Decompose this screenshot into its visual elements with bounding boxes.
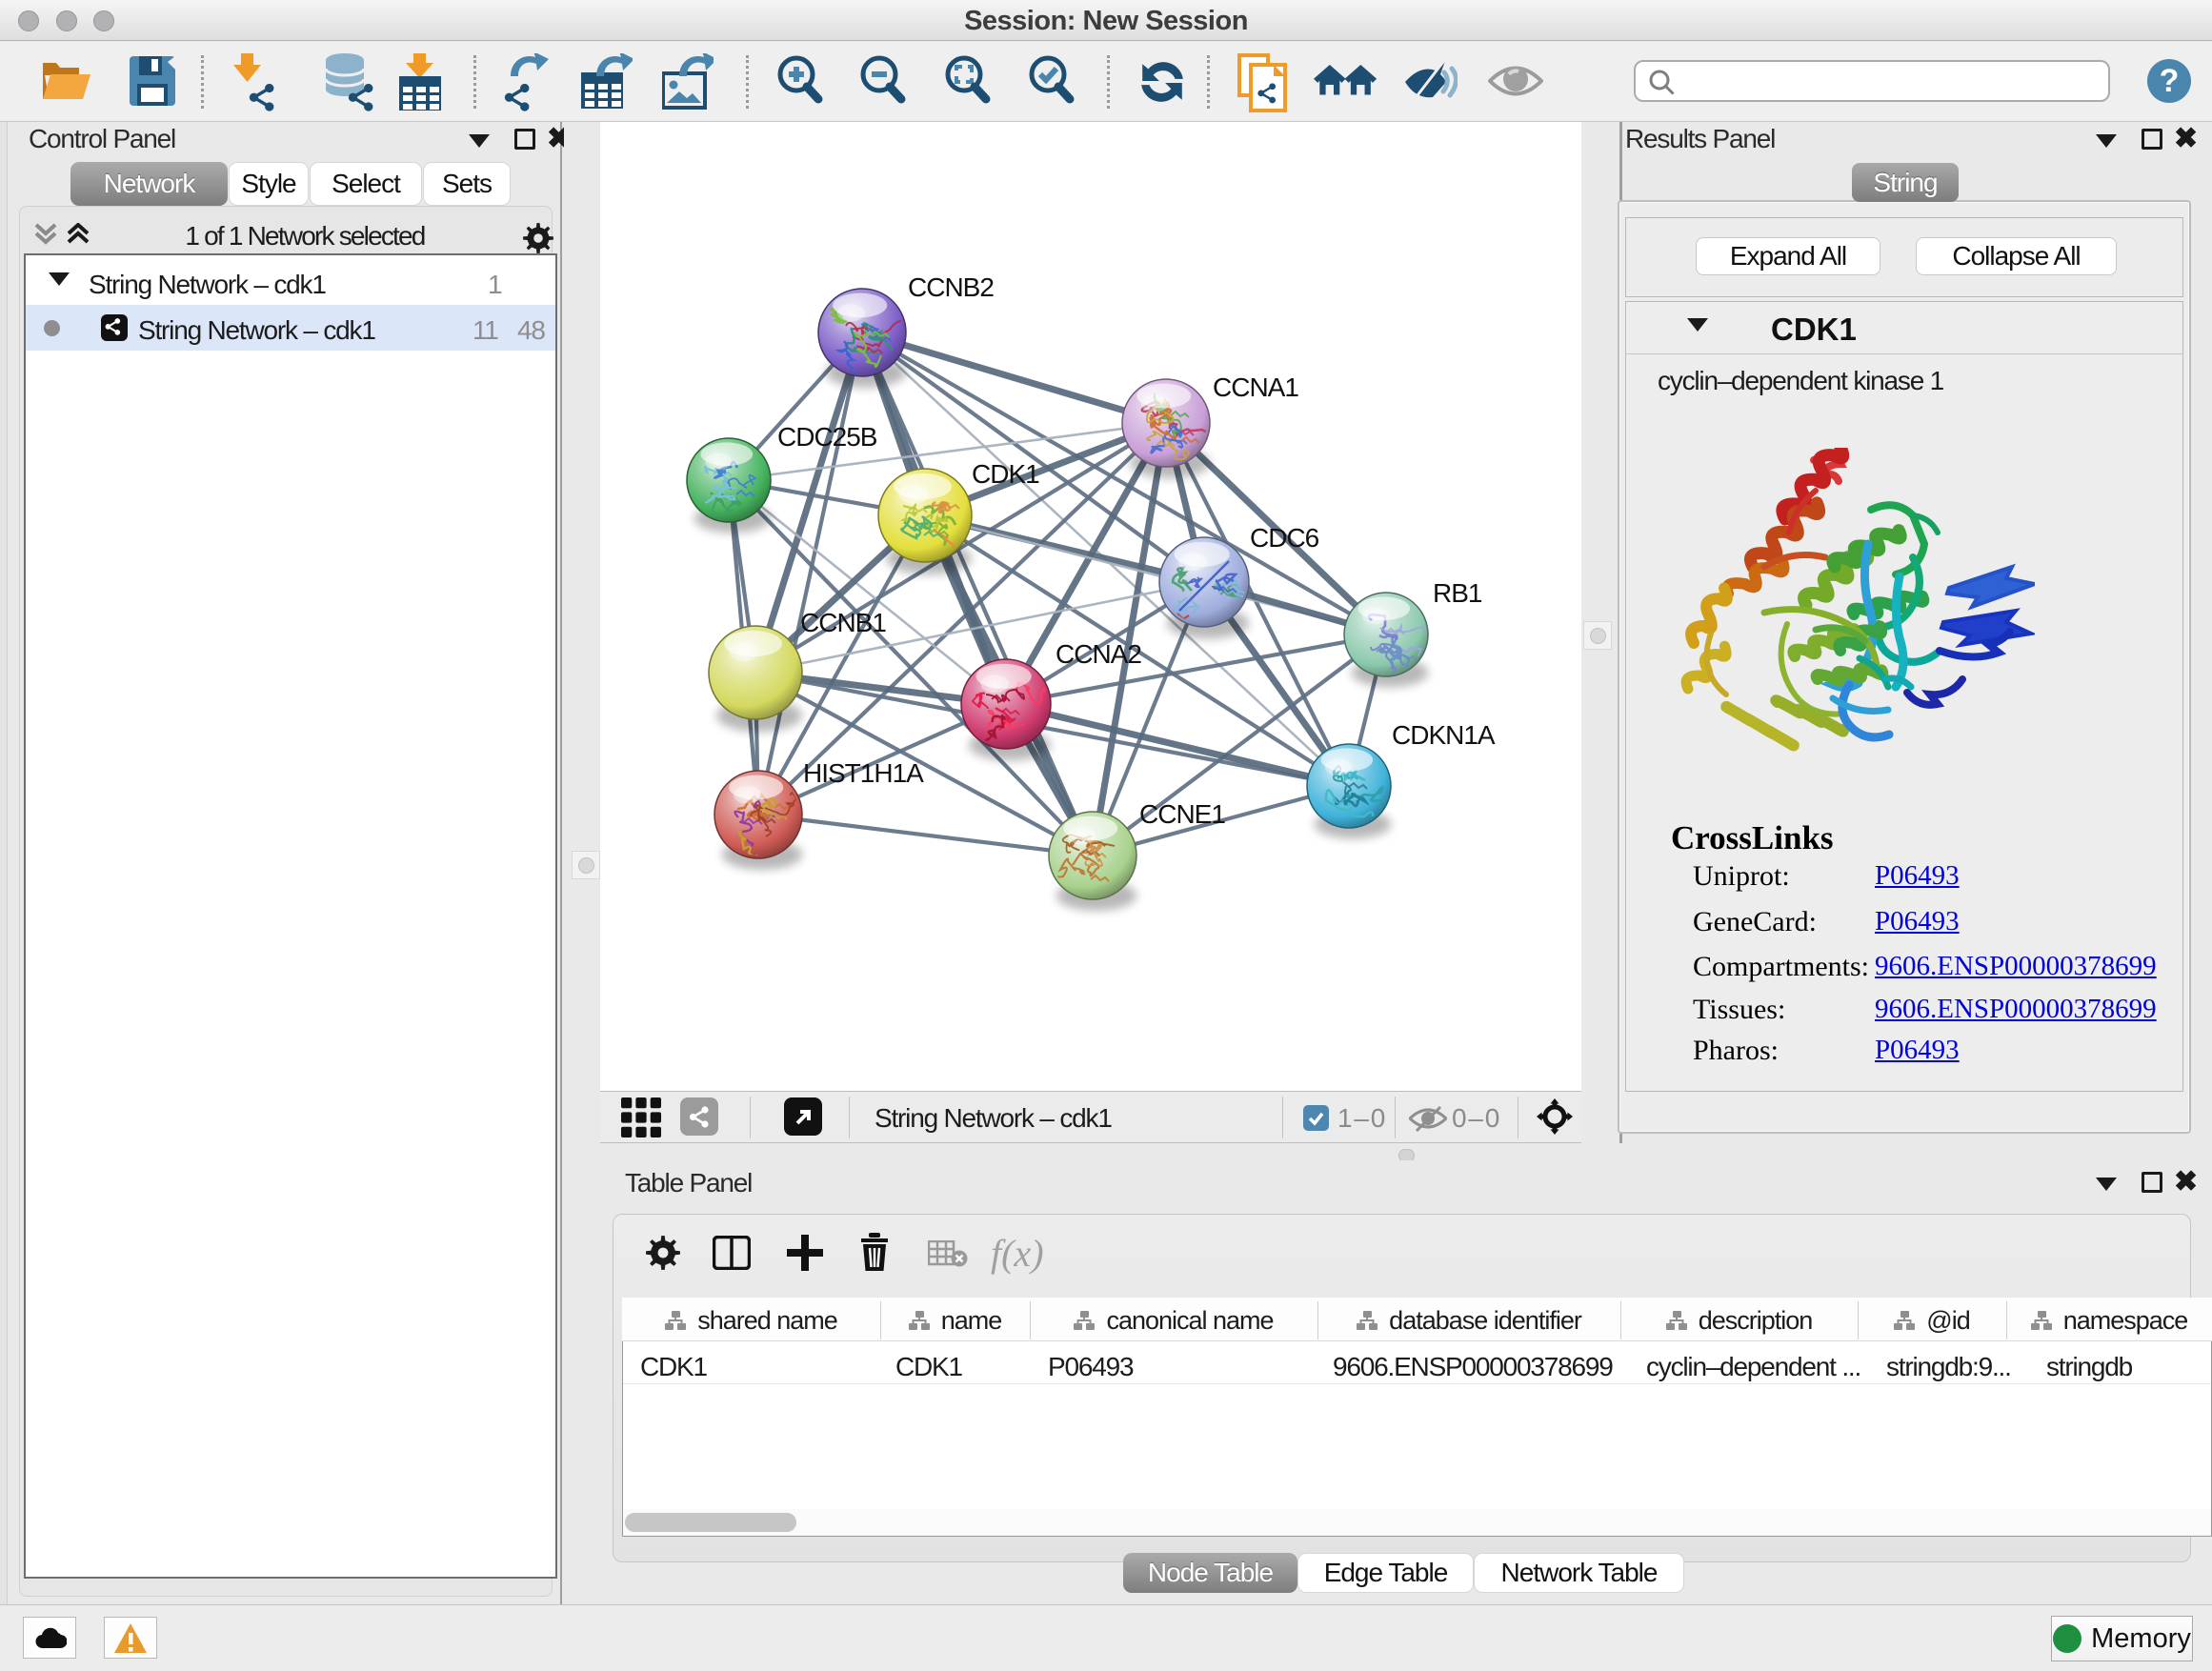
svg-text:CCNA1: CCNA1	[1213, 372, 1298, 402]
svg-text:HIST1H1A: HIST1H1A	[803, 758, 924, 788]
svg-text:CCNE1: CCNE1	[1139, 799, 1225, 829]
svg-text:CCNB1: CCNB1	[800, 608, 886, 637]
svg-text:CCNB2: CCNB2	[908, 272, 994, 302]
svg-text:CDC25B: CDC25B	[777, 422, 877, 452]
svg-text:RB1: RB1	[1433, 578, 1482, 608]
svg-text:CDC6: CDC6	[1250, 523, 1319, 553]
svg-text:CDK1: CDK1	[972, 459, 1039, 489]
svg-text:CCNA2: CCNA2	[1056, 639, 1141, 669]
svg-text:CDKN1A: CDKN1A	[1392, 720, 1496, 750]
